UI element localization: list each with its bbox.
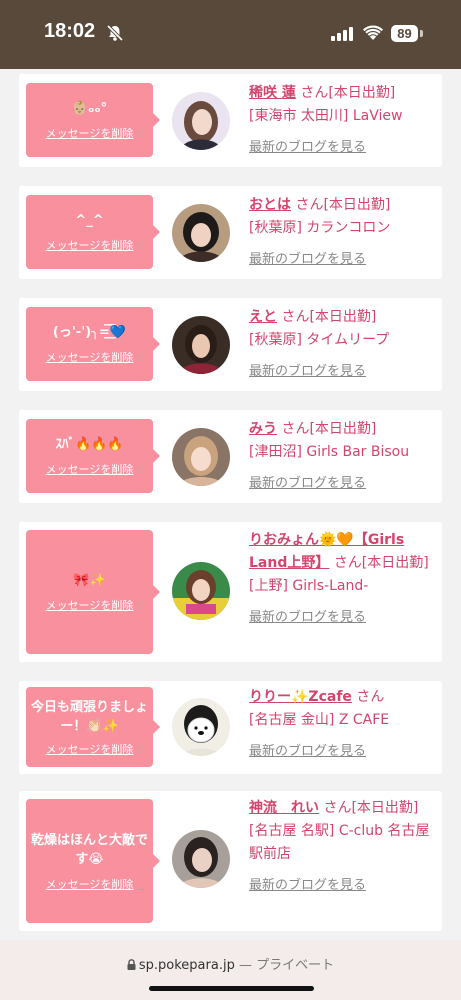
shop-name: [津田沼] Girls Bar Bisou [249, 444, 410, 460]
girl-info: りりー✨Zcafe さん [名古屋 金山] Z CAFE 最新のブログを見る [249, 686, 434, 759]
shop-name: [秋葉原] カランコロン [249, 220, 391, 236]
girl-status: さん [356, 689, 385, 705]
avatar[interactable] [172, 92, 230, 150]
avatar[interactable] [172, 428, 230, 486]
wifi-icon [363, 25, 383, 40]
url-domain: sp.pokepara.jp [138, 958, 235, 973]
blog-link[interactable]: 最新のブログを見る [249, 874, 434, 893]
blog-link[interactable]: 最新のブログを見る [249, 360, 434, 379]
home-indicator[interactable] [149, 986, 314, 991]
avatar[interactable] [172, 204, 230, 262]
message-text: ｽﾊﾞ🔥🔥🔥 [55, 437, 124, 452]
delete-message-link[interactable]: メッセージを削除 [46, 876, 134, 892]
name-line: 稀咲 蓮 さん[本日出勤] [249, 82, 434, 105]
name-line: おとは さん[本日出勤] [249, 194, 434, 217]
message-text: (っ'-')╮=͟͟͞͞💙 [52, 325, 127, 340]
blog-link[interactable]: 最新のブログを見る [249, 606, 434, 625]
message-card: 🎀✨ メッセージを削除 りおみょん🌞🧡【Girls Land上野】 さん[本日出… [19, 522, 442, 662]
girl-info: 神流 れい さん[本日出勤] [名古屋 名駅] C-club 名古屋駅前店 最新… [249, 797, 434, 893]
girl-info: おとは さん[本日出勤] [秋葉原] カランコロン 最新のブログを見る [249, 194, 434, 267]
url-display[interactable]: sp.pokepara.jp — プライベート [0, 954, 461, 973]
girl-name-link[interactable]: おとは [249, 197, 291, 213]
girl-status: さん[本日出勤] [333, 555, 429, 571]
girl-name-link[interactable]: えと [249, 309, 277, 325]
message-text: 👶🏼ₒₒ° [71, 101, 108, 116]
lock-icon [127, 959, 136, 970]
delete-message-link[interactable]: メッセージを削除 [46, 461, 134, 477]
name-line: えと さん[本日出勤] [249, 306, 434, 329]
message-text: 乾燥はほんと大敵です😭 [30, 832, 148, 867]
message-bubble: 今日も頑張りましょー！👏🏻✨ メッセージを削除 [26, 687, 160, 767]
shop-name: [東海市 太田川] LaView [249, 108, 403, 124]
delete-message-link[interactable]: メッセージを削除 [46, 349, 134, 365]
delete-message-link[interactable]: メッセージを削除 [46, 125, 134, 141]
message-bubble: 🎀✨ メッセージを削除 [26, 530, 160, 654]
blog-link[interactable]: 最新のブログを見る [249, 136, 434, 155]
blog-link[interactable]: 最新のブログを見る [249, 740, 434, 759]
status-time: 18:02 [44, 20, 96, 42]
girl-info: えと さん[本日出勤] [秋葉原] タイムリープ 最新のブログを見る [249, 306, 434, 379]
girl-status: さん[本日出勤] [295, 197, 391, 213]
message-text: 今日も頑張りましょー！👏🏻✨ [30, 699, 148, 734]
blog-link[interactable]: 最新のブログを見る [249, 248, 434, 267]
battery-tip [420, 30, 423, 37]
shop-name: [上野] Girls-Land- [249, 578, 369, 594]
girl-status: さん[本日出勤] [323, 800, 419, 816]
avatar[interactable] [172, 562, 230, 620]
blog-link[interactable]: 最新のブログを見る [249, 472, 434, 491]
message-card: 👶🏼ₒₒ° メッセージを削除 稀咲 蓮 さん[本日出勤] [東海市 太田川] L… [19, 74, 442, 167]
message-card: ^_^ メッセージを削除 おとは さん[本日出勤] [秋葉原] カランコロン 最… [19, 186, 442, 279]
avatar[interactable] [172, 830, 230, 888]
message-card: ｽﾊﾞ🔥🔥🔥 メッセージを削除 みう さん[本日出勤] [津田沼] Girls … [19, 410, 442, 503]
girl-status: さん[本日出勤] [281, 421, 377, 437]
shop-name: [秋葉原] タイムリープ [249, 332, 390, 348]
name-line: みう さん[本日出勤] [249, 418, 434, 441]
message-bubble: (っ'-')╮=͟͟͞͞💙 メッセージを削除 [26, 307, 160, 381]
delete-message-link[interactable]: メッセージを削除 [46, 237, 134, 253]
girl-info: みう さん[本日出勤] [津田沼] Girls Bar Bisou 最新のブログ… [249, 418, 434, 491]
message-text: 🎀✨ [73, 573, 106, 588]
delete-message-link[interactable]: メッセージを削除 [46, 741, 134, 757]
message-text: ^_^ [75, 213, 104, 228]
message-bubble: 乾燥はほんと大敵です😭 メッセージを削除 [26, 799, 160, 923]
browser-address-bar[interactable]: sp.pokepara.jp — プライベート [0, 940, 461, 1000]
name-line: 神流 れい さん[本日出勤] [249, 797, 434, 820]
girl-status: さん[本日出勤] [300, 85, 396, 101]
delete-message-link[interactable]: メッセージを削除 [46, 597, 134, 613]
message-bubble: 👶🏼ₒₒ° メッセージを削除 [26, 83, 160, 157]
message-card: 乾燥はほんと大敵です😭 メッセージを削除 神流 れい さん[本日出勤] [名古屋… [19, 791, 442, 931]
bell-off-icon [106, 24, 124, 42]
message-bubble: ｽﾊﾞ🔥🔥🔥 メッセージを削除 [26, 419, 160, 493]
girl-name-link[interactable]: りりー✨Zcafe [249, 689, 352, 705]
girl-status: さん[本日出勤] [281, 309, 377, 325]
name-line: りおみょん🌞🧡【Girls Land上野】 さん[本日出勤] [249, 529, 434, 575]
shop-name: [名古屋 名駅] C-club 名古屋駅前店 [249, 823, 430, 862]
private-mode-label: — プライベート [238, 958, 335, 973]
girl-info: りおみょん🌞🧡【Girls Land上野】 さん[本日出勤] [上野] Girl… [249, 529, 434, 625]
battery-icon: 89 [391, 25, 418, 42]
girl-name-link[interactable]: 稀咲 蓮 [249, 85, 296, 101]
girl-info: 稀咲 蓮 さん[本日出勤] [東海市 太田川] LaView 最新のブログを見る [249, 82, 434, 155]
girl-name-link[interactable]: 神流 れい [249, 800, 319, 816]
message-bubble: ^_^ メッセージを削除 [26, 195, 160, 269]
girl-name-link[interactable]: みう [249, 421, 277, 437]
status-bar: 18:02 89 [0, 0, 461, 69]
avatar[interactable] [172, 316, 230, 374]
avatar[interactable] [172, 698, 230, 756]
shop-name: [名古屋 金山] Z CAFE [249, 712, 390, 728]
message-card: 今日も頑張りましょー！👏🏻✨ メッセージを削除 りりー✨Zcafe さん [名古… [19, 681, 442, 774]
name-line: りりー✨Zcafe さん [249, 686, 434, 709]
signal-icon [331, 27, 353, 41]
message-card: (っ'-')╮=͟͟͞͞💙 メッセージを削除 えと さん[本日出勤] [秋葉原]… [19, 298, 442, 391]
